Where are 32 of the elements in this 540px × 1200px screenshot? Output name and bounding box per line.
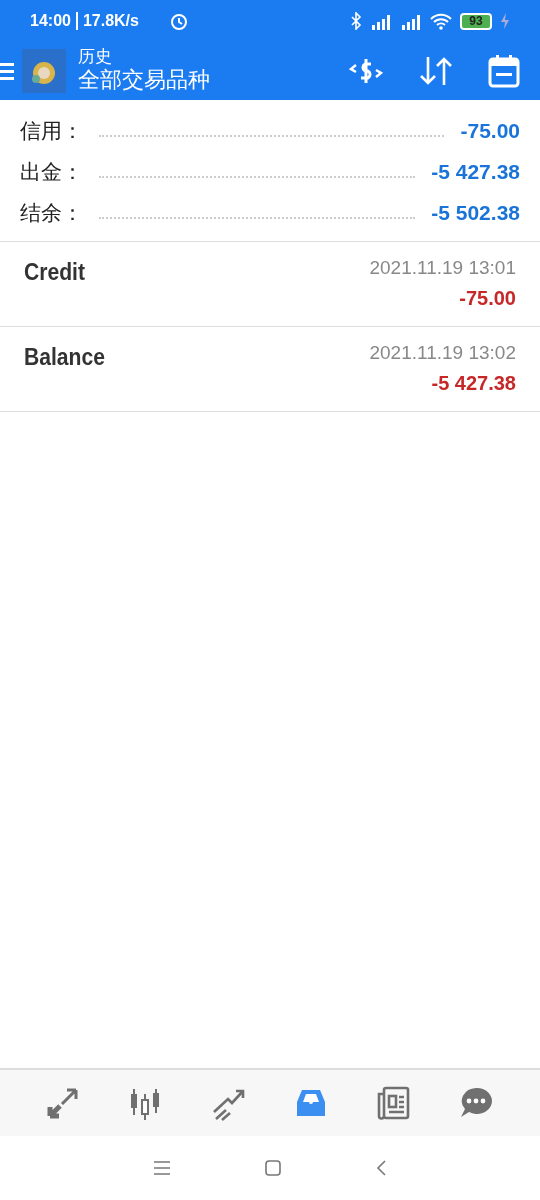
calendar-icon[interactable] [488, 54, 520, 88]
menu-icon[interactable] [0, 61, 14, 81]
summary-label: 结余： [20, 199, 83, 226]
summary-label: 出金： [20, 158, 83, 185]
bluetooth-icon [350, 12, 362, 30]
wifi-icon [430, 12, 452, 30]
summary-value: -5 427.38 [431, 158, 520, 185]
sort-icon[interactable] [418, 55, 454, 87]
toolbar-title: 历史 [78, 48, 113, 68]
home-icon[interactable] [265, 1160, 281, 1176]
signal-icon [400, 12, 422, 30]
network-speed: 17.8K/s [82, 11, 139, 31]
summary-value: -75.00 [460, 117, 520, 144]
back-icon[interactable] [376, 1160, 386, 1176]
toolbar-subtitle: 全部交易品种 [78, 67, 210, 94]
menu-icon[interactable] [154, 1161, 170, 1175]
deal-type: Credit [24, 257, 85, 287]
deal-amount: -75.00 [459, 285, 516, 311]
deal-type: Balance [24, 342, 105, 372]
deal-time: 2021.11.19 13:01 [369, 256, 516, 280]
signal-icon [370, 12, 392, 30]
deal-time: 2021.11.19 13:02 [369, 341, 516, 365]
deal-amount: -5 427.38 [431, 370, 516, 396]
deal-row[interactable]: Credit 2021.11.19 13:01 -75.00 [0, 242, 540, 327]
alarm-clock-icon [168, 11, 189, 31]
app-logo-icon [22, 49, 66, 93]
battery-level: 93 [460, 12, 492, 30]
charging-icon [500, 13, 510, 29]
summary-label: 信用： [20, 117, 83, 144]
clock-time: 14:00 [30, 11, 71, 31]
deal-row[interactable]: Balance 2021.11.19 13:02 -5 427.38 [0, 327, 540, 412]
summary-value: -5 502.38 [431, 199, 520, 226]
